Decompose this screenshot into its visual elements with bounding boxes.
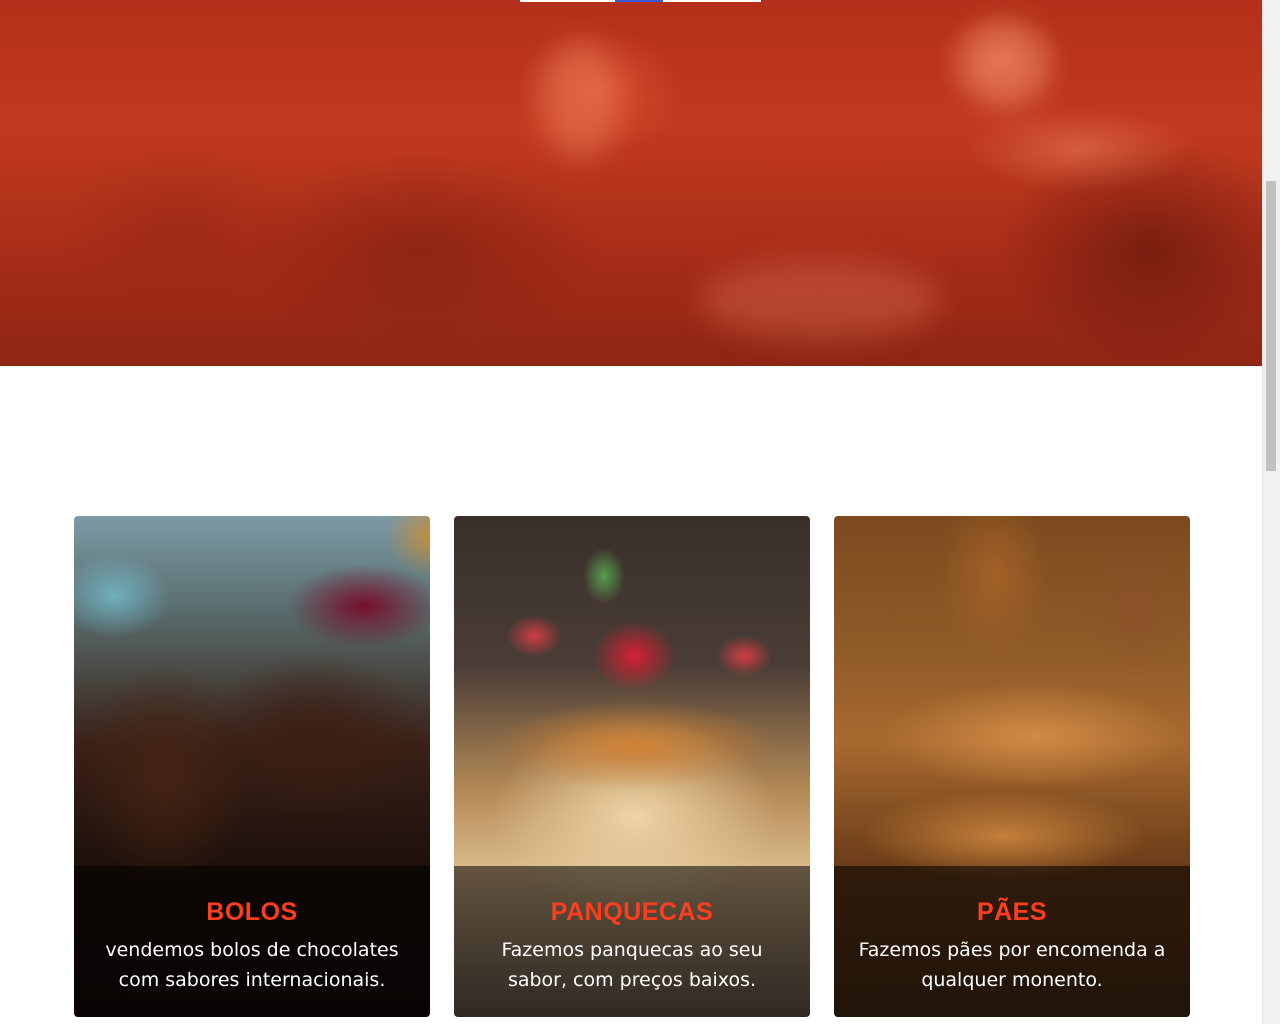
card-caption: PANQUECAS Fazemos panquecas ao seu sabor… (454, 866, 810, 1017)
card-title: PANQUECAS (550, 898, 714, 926)
card-caption: PÃES Fazemos pães por encomenda a qualqu… (834, 866, 1190, 1017)
table-highlight (700, 260, 940, 340)
scrollbar-thumb[interactable] (1266, 181, 1276, 471)
hero-banner (0, 0, 1263, 366)
card-title: PÃES (976, 898, 1048, 926)
card-description: vendemos bolos de chocolates com sabores… (105, 939, 399, 991)
card-panquecas[interactable]: PANQUECAS Fazemos panquecas ao seu sabor… (454, 516, 810, 1017)
card-bolos[interactable]: BOLOS vendemos bolos de chocolates com s… (74, 516, 430, 1017)
card-title: BOLOS (206, 898, 298, 926)
glass-highlight (540, 40, 620, 160)
nav-active-indicator (615, 0, 663, 2)
page: BOLOS vendemos bolos de chocolates com s… (0, 0, 1280, 1024)
card-caption: BOLOS vendemos bolos de chocolates com s… (74, 866, 430, 1017)
card-paes[interactable]: PÃES Fazemos pães por encomenda a qualqu… (834, 516, 1190, 1017)
card-description: Fazemos panquecas ao seu sabor, com preç… (501, 939, 763, 991)
services-cards: BOLOS vendemos bolos de chocolates com s… (74, 516, 1190, 1018)
card-description: Fazemos pães por encomenda a qualquer mo… (858, 939, 1166, 991)
vertical-scrollbar[interactable] (1262, 0, 1280, 1024)
glass-highlight (960, 20, 1050, 110)
